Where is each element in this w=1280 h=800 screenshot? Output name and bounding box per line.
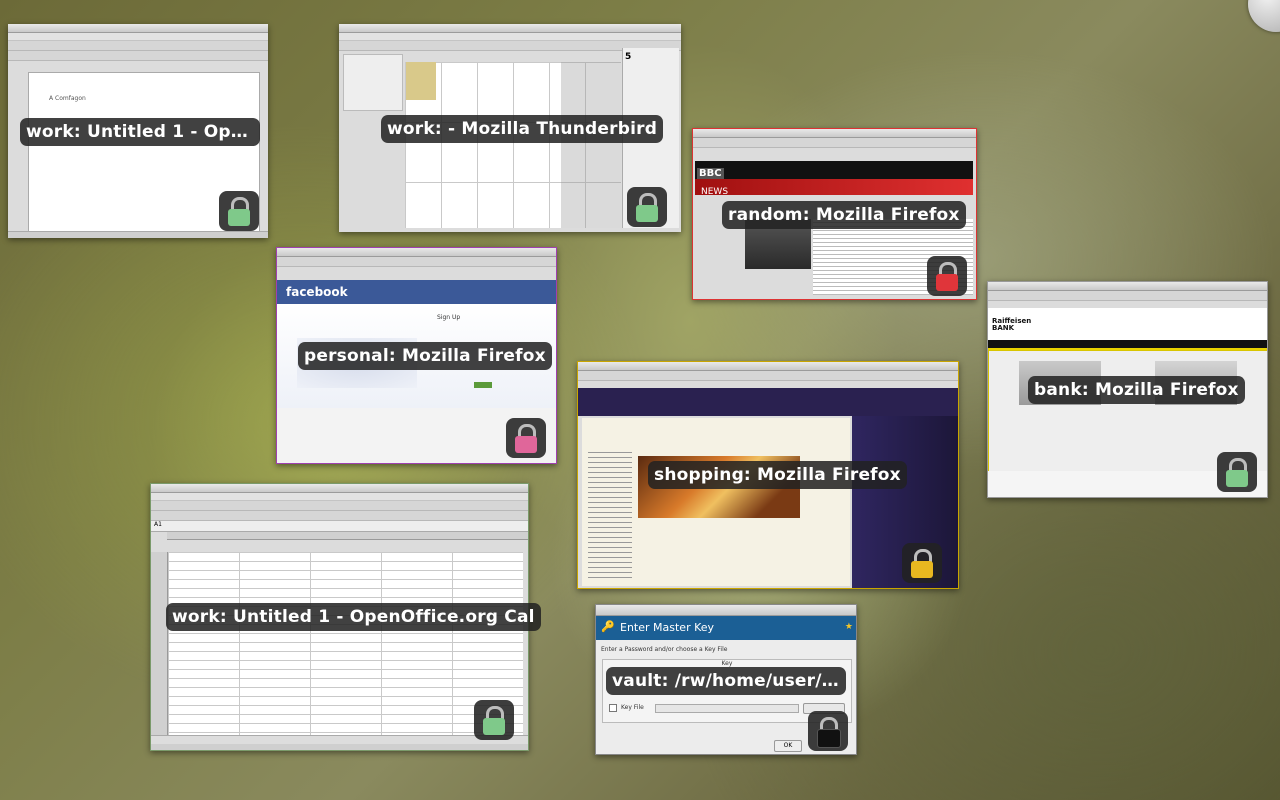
navigation-toolbar[interactable] bbox=[988, 291, 1267, 301]
key-group-header: Key bbox=[721, 660, 733, 667]
window-label[interactable]: personal: Mozilla Firefox bbox=[298, 342, 552, 370]
menubar[interactable] bbox=[151, 493, 528, 501]
lock-icon bbox=[506, 418, 546, 458]
star-icon[interactable]: ★ bbox=[845, 622, 853, 632]
shop-sidebar-nav[interactable] bbox=[588, 448, 632, 578]
ok-button-label: OK bbox=[783, 742, 793, 749]
bank-header: Raiffeisen BANK bbox=[988, 308, 1267, 340]
window-label[interactable]: work: Untitled 1 - OpenOffice.org Cal bbox=[166, 603, 541, 631]
spreadsheet-grid[interactable] bbox=[168, 552, 523, 738]
toolbar[interactable] bbox=[8, 51, 268, 61]
news-heading: NEWS bbox=[701, 187, 729, 197]
window-label[interactable]: random: Mozilla Firefox bbox=[722, 201, 966, 229]
sheet-tabs[interactable] bbox=[151, 735, 528, 744]
menubar[interactable] bbox=[339, 33, 681, 41]
shop-content bbox=[582, 418, 850, 586]
window-titlebar[interactable] bbox=[8, 24, 268, 33]
keyfile-combo[interactable] bbox=[655, 704, 799, 713]
window-titlebar[interactable] bbox=[988, 282, 1267, 291]
facebook-header: facebook bbox=[277, 280, 556, 304]
bbc-news-banner: NEWS bbox=[695, 179, 973, 197]
window-titlebar[interactable] bbox=[277, 248, 556, 257]
lock-icon bbox=[219, 191, 259, 231]
lock-icon bbox=[808, 711, 848, 751]
navigation-toolbar[interactable] bbox=[578, 371, 958, 381]
lock-icon bbox=[1217, 452, 1257, 492]
signup-heading: Sign Up bbox=[437, 314, 461, 321]
facebook-logo: facebook bbox=[286, 285, 348, 299]
key-icon: 🔑 bbox=[601, 620, 615, 633]
lock-icon bbox=[474, 700, 514, 740]
today-column bbox=[406, 62, 436, 100]
mini-calendar[interactable] bbox=[343, 54, 403, 111]
window-titlebar[interactable] bbox=[151, 484, 528, 493]
navigation-toolbar[interactable] bbox=[277, 257, 556, 267]
statusbar bbox=[151, 744, 528, 750]
document-text: A Comfagon bbox=[49, 95, 86, 102]
navigation-toolbar[interactable] bbox=[693, 138, 976, 148]
shop-header bbox=[578, 388, 958, 416]
window-titlebar[interactable] bbox=[339, 24, 681, 33]
window-label[interactable]: shopping: Mozilla Firefox bbox=[648, 461, 907, 489]
window-titlebar[interactable] bbox=[596, 605, 856, 616]
lock-icon bbox=[927, 256, 967, 296]
dialog-title: Enter Master Key bbox=[620, 621, 715, 634]
row-headers bbox=[151, 552, 168, 738]
window-label[interactable]: work: - Mozilla Thunderbird bbox=[381, 115, 664, 143]
menubar[interactable] bbox=[8, 33, 268, 41]
window-label[interactable]: bank: Mozilla Firefox bbox=[1028, 376, 1245, 404]
calendar-grid[interactable] bbox=[405, 62, 621, 228]
column-headers bbox=[167, 532, 528, 540]
dialog-header: 🔑 Enter Master Key ★ bbox=[596, 616, 856, 640]
window-titlebar[interactable] bbox=[693, 129, 976, 138]
lock-icon bbox=[627, 187, 667, 227]
keyfile-checkbox[interactable] bbox=[609, 704, 617, 712]
hot-corner-button[interactable] bbox=[1248, 0, 1280, 32]
raiffeisen-logo: Raiffeisen BANK bbox=[992, 318, 1031, 332]
window-label[interactable]: vault: /rw/home/user/jo… bbox=[606, 667, 846, 695]
signup-button[interactable] bbox=[474, 382, 492, 388]
lock-icon bbox=[902, 543, 942, 583]
window-label[interactable]: work: Untitled 1 - Open… bbox=[20, 118, 260, 146]
bbc-header: BBC bbox=[695, 161, 973, 179]
toolbar[interactable] bbox=[8, 41, 268, 51]
dialog-prompt: Enter a Password and/or choose a Key Fil… bbox=[601, 646, 728, 653]
statusbar bbox=[8, 231, 268, 238]
window-titlebar[interactable] bbox=[578, 362, 958, 371]
today-pane-day: 5 bbox=[625, 52, 632, 62]
bank-nav-bar[interactable] bbox=[988, 340, 1267, 350]
toolbar[interactable] bbox=[151, 501, 528, 511]
bbc-logo: BBC bbox=[697, 168, 724, 179]
cell-reference[interactable]: A1 bbox=[151, 521, 162, 528]
formatting-toolbar[interactable] bbox=[151, 511, 528, 521]
weekend-column bbox=[561, 62, 621, 228]
ok-button[interactable]: OK bbox=[774, 740, 802, 752]
keyfile-label: Key File bbox=[621, 704, 644, 711]
logo-line: BANK bbox=[992, 324, 1015, 332]
formula-bar[interactable]: A1 bbox=[151, 521, 528, 532]
